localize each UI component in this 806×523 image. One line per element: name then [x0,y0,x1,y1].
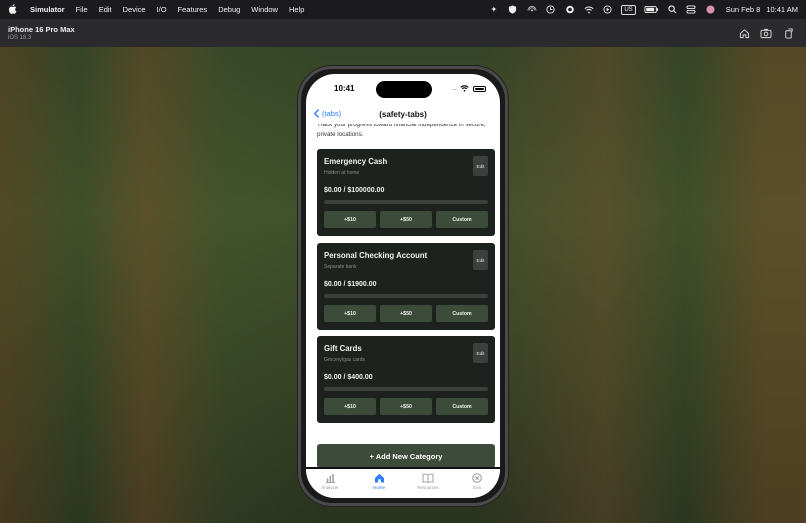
menubar-time[interactable]: 10:41 AM [766,5,798,14]
edit-button[interactable]: Edit [473,250,488,270]
tab-resources[interactable]: Resources [408,472,448,490]
airdrop-icon[interactable] [526,5,537,14]
tab-bar: Analyzer Home Resources Exit [306,467,500,498]
phone-battery-icon [473,85,486,92]
close-circle-icon [471,472,483,483]
card-amount: $0.00 / $100000.00 [324,187,385,194]
category-card: Personal Checking Account Separate bank … [317,243,495,330]
house-icon [373,472,385,483]
card-actions: +$10 +$50 Custom [324,211,488,228]
card-title: Personal Checking Account [324,251,428,260]
search-icon[interactable] [667,5,678,14]
input-source-badge[interactable]: US [621,4,636,15]
menu-features[interactable]: Features [178,5,208,14]
device-name: iPhone 16 Pro Max [8,25,75,34]
menu-window[interactable]: Window [251,5,278,14]
tab-home[interactable]: Home [359,472,399,490]
user-avatar-icon[interactable] [705,5,716,14]
menu-debug[interactable]: Debug [218,5,240,14]
edit-button[interactable]: Edit [473,156,488,176]
card-actions: +$10 +$50 Custom [324,305,488,322]
menu-device[interactable]: Device [123,5,146,14]
add-50-button[interactable]: +$50 [380,305,432,322]
intro-text: Track your progress toward financial ind… [317,124,486,138]
card-subtitle: Separate bank [324,264,357,270]
dynamic-island [376,81,432,98]
tab-label: Resources [417,485,439,490]
progress-bar [324,387,488,391]
menu-simulator[interactable]: Simulator [30,5,65,14]
battery-icon[interactable] [644,5,659,14]
apple-icon[interactable] [8,3,20,16]
add-new-category-button[interactable]: + Add New Category [317,444,495,467]
phone-status-time: 10:41 [334,84,355,93]
screenshot-icon[interactable] [760,27,772,39]
scroll-content[interactable]: Track your progress toward financial ind… [306,124,500,467]
simulator-title-bar: iPhone 16 Pro Max iOS 18.3 [0,19,806,47]
menu-io[interactable]: I/O [157,5,167,14]
custom-amount-button[interactable]: Custom [436,211,488,228]
menu-edit[interactable]: Edit [99,5,112,14]
menubar-status-area: ✦ US Sun Feb 8 10:41 AM [480,4,798,15]
card-title: Gift Cards [324,344,362,353]
card-subtitle: Grocery/gas cards [324,357,365,363]
control-center-icon[interactable] [686,5,697,14]
chart-icon [324,472,336,483]
tab-analyzer[interactable]: Analyzer [310,472,350,490]
add-10-button[interactable]: +$10 [324,211,376,228]
shield-icon[interactable] [507,5,518,14]
menu-file[interactable]: File [76,5,88,14]
progress-bar [324,294,488,298]
custom-amount-button[interactable]: Custom [436,398,488,415]
play-icon[interactable] [602,5,613,14]
page-title: (safety-tabs) [379,110,427,119]
book-icon [422,472,434,483]
signal-dots-icon: .... [452,85,457,92]
add-10-button[interactable]: +$10 [324,398,376,415]
card-amount: $0.00 / $400.00 [324,374,373,381]
card-amount: $0.00 / $1900.00 [324,281,377,288]
history-icon[interactable] [545,5,556,14]
menu-help[interactable]: Help [289,5,304,14]
phone-wifi-icon [460,85,469,92]
sparkle-icon[interactable]: ✦ [488,5,499,14]
add-50-button[interactable]: +$50 [380,398,432,415]
home-button-icon[interactable] [738,27,750,39]
rotate-icon[interactable] [782,27,794,39]
phone-status-icons: .... [452,85,486,92]
add-50-button[interactable]: +$50 [380,211,432,228]
add-10-button[interactable]: +$10 [324,305,376,322]
tab-label: Exit [473,485,481,490]
mac-menu-bar: Simulator File Edit Device I/O Features … [0,0,806,19]
card-subtitle: Hidden at home [324,170,360,176]
category-card: Gift Cards Grocery/gas cards Edit $0.00 … [317,336,495,423]
os-version: iOS 18.3 [8,35,32,41]
tab-label: Home [372,485,385,490]
simulator-toolbar [728,27,794,39]
card-title: Emergency Cash [324,157,388,166]
menubar-date[interactable]: Sun Feb 8 [726,5,761,14]
navigation-bar: (tabs) (safety-tabs) [306,106,500,124]
creative-cloud-icon[interactable] [564,5,575,14]
tab-label: Analyzer [321,485,339,490]
phone-screen: 10:41 .... (tabs) (safety-tabs) Track yo… [306,74,500,498]
card-actions: +$10 +$50 Custom [324,398,488,415]
custom-amount-button[interactable]: Custom [436,305,488,322]
wifi-icon[interactable] [583,5,594,14]
category-card: Emergency Cash Hidden at home Edit $0.00… [317,149,495,236]
progress-bar [324,200,488,204]
edit-button[interactable]: Edit [473,343,488,363]
iphone-frame: 10:41 .... (tabs) (safety-tabs) Track yo… [298,66,508,506]
tab-exit[interactable]: Exit [457,472,497,490]
